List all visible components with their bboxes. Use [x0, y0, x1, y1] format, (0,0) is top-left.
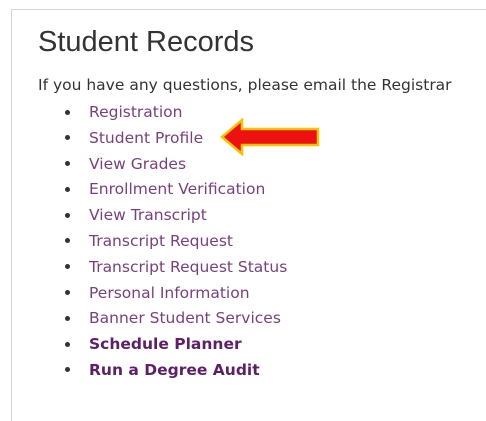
arrow-shape [220, 118, 320, 156]
list-item: Transcript Request Status [63, 254, 287, 280]
bullet-icon [65, 341, 70, 347]
link-view-grades[interactable]: View Grades [89, 155, 186, 173]
list-item: Schedule Planner [63, 331, 287, 357]
bullet-icon [65, 290, 70, 296]
registrar-link[interactable]: Registrar [381, 76, 451, 94]
list-item: Enrollment Verification [63, 176, 287, 202]
bullet-icon [65, 212, 70, 218]
link-enrollment-verification[interactable]: Enrollment Verification [89, 180, 265, 198]
bullet-icon [65, 135, 70, 141]
list-item: Run a Degree Audit [63, 357, 287, 383]
list-item: Transcript Request [63, 228, 287, 254]
list-item: View Transcript [63, 202, 287, 228]
link-student-profile[interactable]: Student Profile [89, 129, 203, 147]
bullet-icon [65, 161, 70, 167]
bullet-icon [65, 238, 70, 244]
link-banner-student-services[interactable]: Banner Student Services [89, 309, 281, 327]
page-title: Student Records [38, 26, 255, 58]
link-run-a-degree-audit[interactable]: Run a Degree Audit [89, 361, 260, 379]
bullet-icon [65, 186, 70, 192]
red-arrow-icon [220, 118, 320, 156]
link-view-transcript[interactable]: View Transcript [89, 206, 207, 224]
list-item: Banner Student Services [63, 305, 287, 331]
bullet-icon [65, 109, 70, 115]
link-personal-information[interactable]: Personal Information [89, 284, 250, 302]
link-schedule-planner[interactable]: Schedule Planner [89, 335, 242, 353]
link-transcript-request-status[interactable]: Transcript Request Status [89, 258, 287, 276]
link-registration[interactable]: Registration [89, 103, 182, 121]
bullet-icon [65, 367, 70, 373]
bullet-icon [65, 315, 70, 321]
intro-text: If you have any questions, please email … [38, 74, 452, 96]
list-item: Personal Information [63, 280, 287, 306]
link-transcript-request[interactable]: Transcript Request [89, 232, 233, 250]
intro-sentence: If you have any questions, please email … [38, 76, 382, 94]
bullet-icon [65, 264, 70, 270]
